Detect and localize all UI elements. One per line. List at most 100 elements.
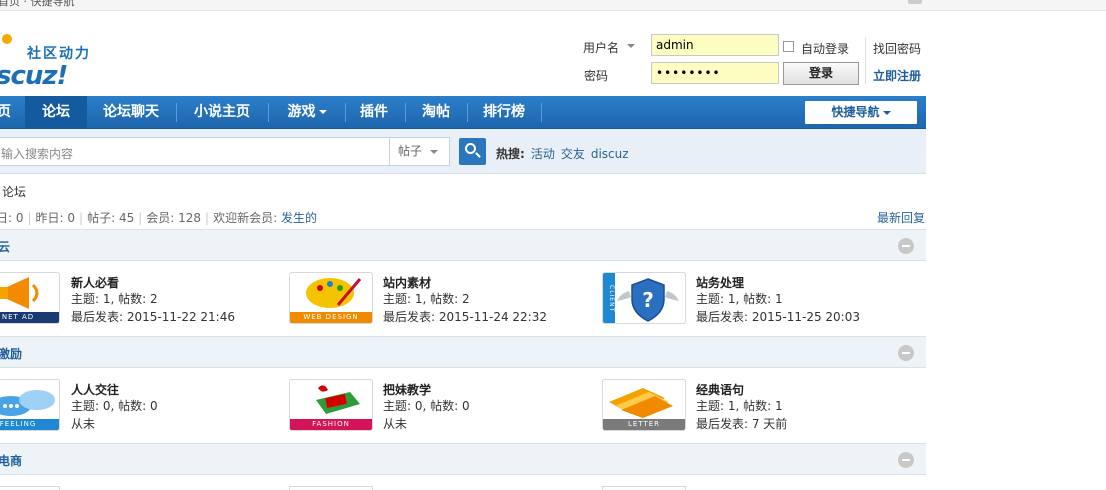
nav-divider [345,103,346,122]
forum-name[interactable]: 把妹教学 [383,381,431,398]
search-input[interactable]: 输入搜索内容 [0,137,390,166]
icon-band: FASHION [290,419,372,430]
nav-item-home[interactable]: 页 [0,96,14,128]
nav-item-collections[interactable]: 淘帖 [408,96,464,128]
search-type-select[interactable]: 帖子 [389,137,450,166]
forum-icon-partial [0,486,60,490]
icon-band: NET AD [0,312,59,323]
nav-item-forum-chat[interactable]: 论坛聊天 [89,96,173,128]
category-title[interactable]: 云 [0,238,10,255]
nav-label: 游戏 [287,104,316,120]
forum-name[interactable]: 站务处理 [696,274,744,291]
latest-replies-link[interactable]: 最新回复 [877,209,925,226]
forum-name[interactable]: 经典语句 [696,381,744,398]
collapse-icon[interactable] [898,452,914,468]
collapse-icon[interactable] [898,238,914,254]
forum-last-post: 最后发表: 2015-11-22 21:46 [71,310,235,324]
forum-name[interactable]: 人人交往 [71,381,119,398]
nav-item-forum[interactable]: 论坛 [25,96,87,128]
forum-name[interactable]: 站内素材 [383,274,431,291]
password-input[interactable]: •••••••• [651,62,779,84]
logo-text: scuz! [0,61,68,91]
nav-label: 小说主页 [194,104,250,120]
nav-item-novel[interactable]: 小说主页 [179,96,265,128]
stat-members: 会员: 128 [146,211,202,225]
login-button[interactable]: 登录 [783,62,859,85]
forum-last-post: 最后发表: 2015-11-24 22:32 [383,310,547,324]
icon-band: WEB DESIGN [290,312,372,323]
nav-divider [405,103,406,122]
auto-login-checkbox[interactable] [783,41,794,52]
nav-divider [176,103,177,122]
main-nav: 页 论坛 论坛聊天 小说主页 游戏 插件 淘帖 排行榜 快捷导航 [0,96,926,129]
shield-graphic: ? [603,273,679,323]
letter-graphic [609,388,673,418]
collapse-icon[interactable] [898,345,914,361]
stat-today: 日: 0 [0,211,24,225]
nav-divider [467,103,468,122]
auto-login-label[interactable]: 自动登录 [801,40,849,57]
chevron-down-icon [882,110,891,115]
nav-label: 论坛 [42,104,70,120]
nav-item-plugins[interactable]: 插件 [348,96,400,128]
nav-item-games[interactable]: 游戏 [271,96,343,128]
stat-welcome: 欢迎新会员: [213,211,278,225]
icon-band: CLIENT [608,285,615,313]
forum-topics: 主题: 0, 帖数: 0 [71,399,158,413]
forum-last-post: 最后发表: 2015-11-25 20:03 [696,310,860,324]
register-link[interactable]: 立即注册 [873,67,921,84]
nav-divider [268,103,269,122]
forum-last-post: 从未 [383,417,408,431]
nav-label: 页 [0,104,11,120]
nav-label: 论坛聊天 [103,104,159,120]
icon-band: FEELING [0,419,59,430]
category-title[interactable]: 激励 [0,345,22,362]
category-title[interactable]: 电商 [0,452,22,469]
logo-dot-icon [2,34,12,44]
forgot-password-link[interactable]: 找回密码 [873,40,921,57]
stat-divider: | [79,211,84,225]
password-label: 密码 [584,69,609,83]
quick-nav-button[interactable]: 快捷导航 [805,101,917,124]
palette-icon[interactable]: WEB DESIGN [289,272,373,324]
window-icon[interactable] [908,0,922,4]
nav-label: 排行榜 [483,104,525,120]
login-divider [865,38,866,84]
logo-subtitle: 社区动力 [27,46,91,62]
search-icon-handle [475,152,481,158]
stat-yesterday: 昨日: 0 [35,211,76,225]
category-header: 电商 [0,443,926,475]
forum-name[interactable]: 新人必看 [71,274,119,291]
site-logo[interactable]: 社区动力 scuz! [0,28,116,92]
search-placeholder: 输入搜索内容 [1,147,74,161]
forum-stats: 日: 0 | 昨日: 0 | 帖子: 45 | 会员: 128 | 欢迎新会员: 发生的 [0,209,317,226]
forum-topics: 主题: 1, 帖数: 1 [696,292,783,306]
hot-search-link[interactable]: discuz [591,147,629,161]
gift-graphic [316,385,360,414]
hot-search-link[interactable]: 活动 [531,147,555,161]
username-input[interactable]: admin [651,34,779,56]
icon-band: LETTER [603,419,685,430]
category-body: NET AD 新人必看 主题: 1, 帖数: 2 最后发表: 2015-11-2… [0,262,926,336]
stat-divider: | [205,211,210,225]
megaphone-icon[interactable]: NET AD [0,272,60,324]
nav-item-ranking[interactable]: 排行榜 [470,96,538,128]
search-button[interactable] [459,138,486,165]
username-type-caret-icon[interactable] [627,44,635,48]
category-body [0,476,926,490]
new-member-link[interactable]: 发生的 [281,211,317,225]
gift-box-icon[interactable]: FASHION [289,379,373,431]
forum-last-post: 从未 [71,417,96,431]
top-bar-text: 首页 · 快捷导航 [0,0,75,8]
breadcrumb[interactable]: 论坛 [2,183,26,200]
forum-topics: 主题: 1, 帖数: 2 [383,292,470,306]
hot-search-label: 热搜: [496,147,525,161]
search-icon [465,143,476,154]
forum-topics: 主题: 0, 帖数: 0 [383,399,470,413]
letter-icon[interactable]: LETTER [602,379,686,431]
cloud-chat-icon[interactable]: FEELING [0,379,60,431]
hot-search-link[interactable]: 交友 [561,147,585,161]
shield-question-icon[interactable]: ? CLIENT [602,272,686,324]
stat-divider: | [27,211,32,225]
svg-text:?: ? [642,288,654,312]
